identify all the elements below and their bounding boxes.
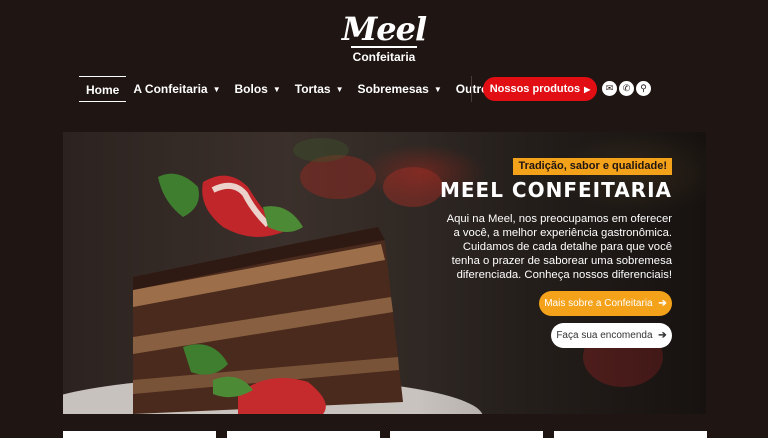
button-label: Mais sobre a Confeitaria [544,298,653,309]
product-card[interactable] [227,431,380,438]
caret-down-icon: ▼ [433,85,442,94]
nav-item-label: Bolos [234,82,268,96]
search-icon[interactable]: ⚲ [636,81,651,96]
button-label: Faça sua encomenda [556,330,653,341]
nav-item-bolos[interactable]: Bolos ▼ [228,76,288,102]
arrow-right-icon: ➔ [658,330,667,341]
hero-description: Aqui na Meel, nos preocupamos em oferece… [446,213,672,281]
arrow-right-icon: ➔ [658,298,667,309]
main-nav: Home A Confeitaria ▼ Bolos ▼ Tortas ▼ Sobre… [79,76,515,102]
logo-subtitle: Confeitaria [352,50,416,64]
logo-script-text: Meel [341,10,427,48]
nossos-produtos-button[interactable]: Nossos produtos ▶ [483,77,597,101]
caret-down-icon: ▼ [335,85,344,94]
caret-down-icon: ▼ [272,85,281,94]
caret-down-icon: ▼ [212,85,221,94]
encomenda-button[interactable]: Faça sua encomenda ➔ [551,323,672,348]
nav-divider [471,76,472,102]
hero-title: MEEL CONFEITARIA [439,178,672,202]
nav-item-sobremesas[interactable]: Sobremesas ▼ [350,76,448,102]
cta-label: Nossos produtos [489,83,581,95]
nav-item-home[interactable]: Home [79,76,127,102]
nav-item-a-confeitaria[interactable]: A Confeitaria ▼ [126,76,227,102]
hero-banner: Tradição, sabor e qualidade! MEEL CONFEI… [63,132,706,414]
product-card[interactable] [554,431,707,438]
nav-item-tortas[interactable]: Tortas ▼ [288,76,351,102]
product-card[interactable] [63,431,216,438]
nav-item-label: A Confeitaria [133,82,208,96]
nav-item-label: Home [86,83,120,97]
site-logo[interactable]: Meel Confeitaria [340,12,428,68]
product-card[interactable] [390,431,543,438]
envelope-icon[interactable]: ✉ [602,81,617,96]
mais-sobre-button[interactable]: Mais sobre a Confeitaria ➔ [539,291,672,316]
nav-item-label: Sobremesas [357,82,429,96]
nav-item-label: Tortas [294,82,331,96]
caret-right-icon: ▶ [584,85,591,94]
hero-tagline-badge: Tradição, sabor e qualidade! [513,158,672,175]
whatsapp-icon[interactable]: ✆ [619,81,634,96]
